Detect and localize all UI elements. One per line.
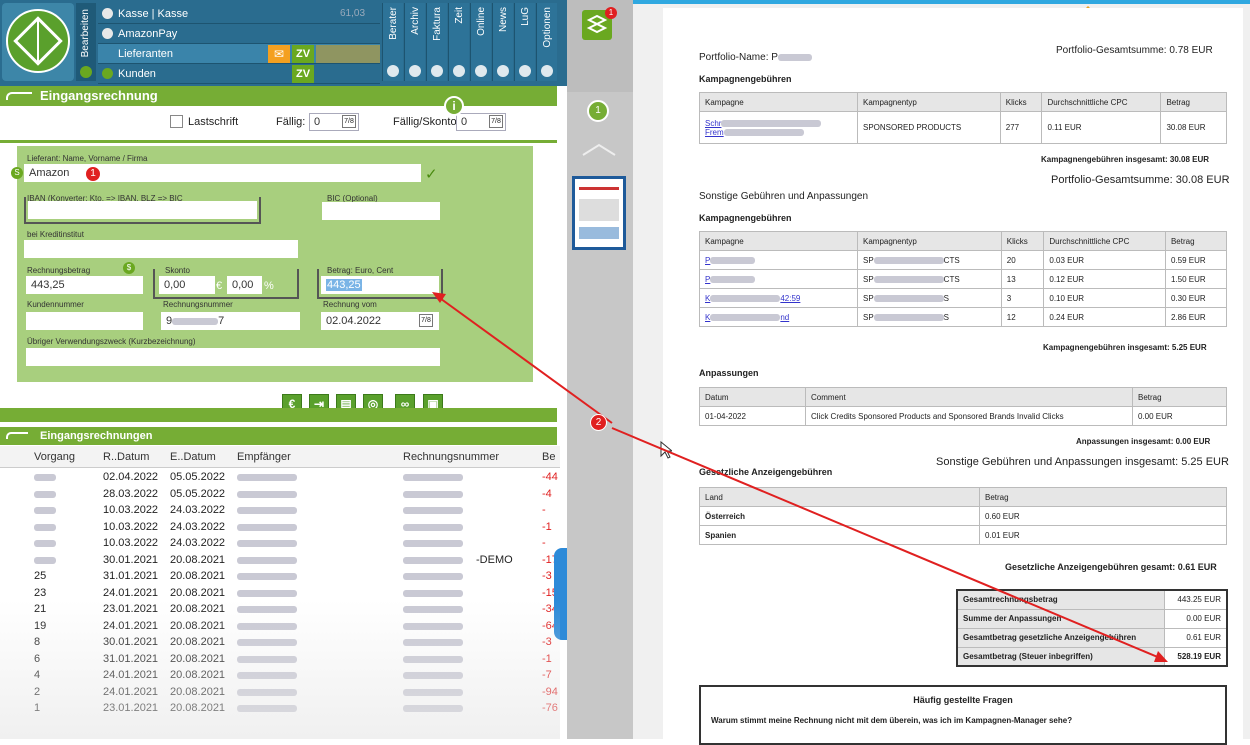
- annotation-overlay: [432, 292, 1168, 662]
- arrow-line-2: [611, 427, 1161, 659]
- annotation-marker-2: 2: [590, 414, 607, 431]
- annotation-marker-1: 1: [85, 166, 101, 182]
- arrow-line-1: [436, 295, 613, 424]
- arrow-head-2: [1154, 651, 1168, 662]
